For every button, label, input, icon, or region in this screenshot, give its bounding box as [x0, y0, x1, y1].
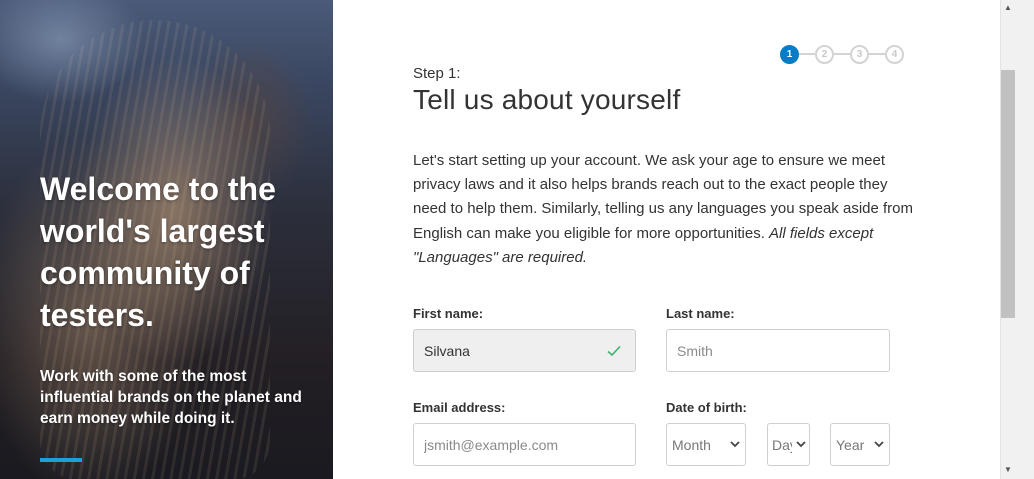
- first-name-label: First name:: [413, 306, 484, 321]
- intro-text: Let's start setting up your account. We …: [413, 149, 913, 270]
- scroll-down-icon[interactable]: ▼: [1003, 465, 1013, 475]
- page-title: Tell us about yourself: [413, 84, 681, 115]
- step-2-indicator: 2: [815, 44, 834, 64]
- scroll-up-icon[interactable]: ▲: [1003, 3, 1013, 13]
- email-input[interactable]: [413, 423, 636, 466]
- step-3-indicator: 3: [850, 44, 869, 64]
- scrollbar-thumb[interactable]: [1001, 70, 1015, 318]
- chevron-down-icon: [874, 441, 884, 448]
- first-name-input[interactable]: [413, 329, 636, 372]
- dob-day-value: Day: [772, 436, 792, 453]
- step-label: Step 1:: [413, 65, 461, 82]
- hero-panel: Welcome to the world's largest community…: [0, 0, 333, 479]
- dob-year-select[interactable]: Year: [830, 423, 890, 466]
- step-4-indicator: 4: [885, 44, 904, 64]
- email-label: Email address:: [413, 400, 506, 415]
- dob-month-select[interactable]: Month: [666, 423, 746, 466]
- dob-year-value: Year: [836, 436, 865, 453]
- hero-accent-bar: [40, 458, 82, 462]
- dob-label: Date of birth:: [666, 400, 747, 415]
- step-connector: [799, 53, 815, 55]
- chevron-down-icon: [796, 441, 806, 448]
- step-1-indicator: 1: [780, 44, 799, 64]
- progress-stepper: 1 2 3 4: [780, 44, 904, 64]
- dob-day-select[interactable]: Day: [767, 423, 810, 466]
- step-connector: [834, 53, 850, 55]
- hero-subtitle: Work with some of the most influential b…: [40, 368, 302, 427]
- step-connector: [869, 53, 885, 55]
- last-name-input[interactable]: [666, 329, 890, 372]
- valid-check-icon: [607, 345, 621, 357]
- last-name-label: Last name:: [666, 306, 735, 321]
- dob-month-value: Month: [672, 436, 711, 453]
- hero-title: Welcome to the world's largest community…: [40, 171, 276, 333]
- chevron-down-icon: [730, 441, 740, 448]
- signup-form-panel: 1 2 3 4 Step 1: Tell us about yourself L…: [333, 0, 1000, 479]
